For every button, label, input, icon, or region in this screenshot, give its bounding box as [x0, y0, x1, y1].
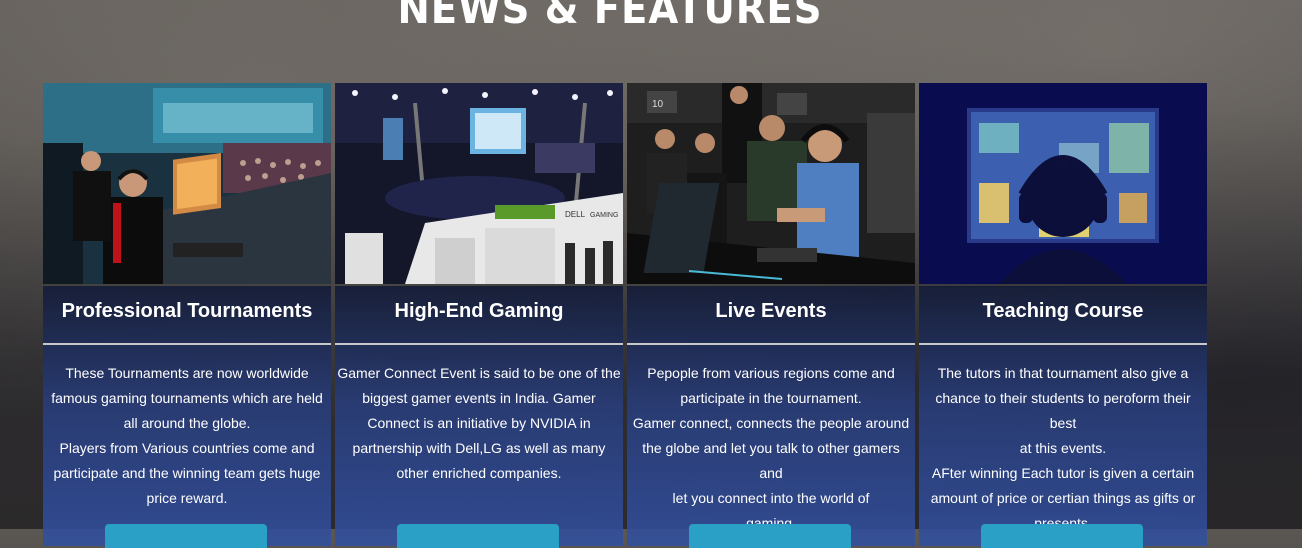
card-title: High-End Gaming — [394, 300, 564, 322]
card-description: Pepople from various regions come and pa… — [627, 345, 915, 536]
description-line: all around the globe. — [123, 415, 251, 431]
card-image-esports-arena — [43, 83, 331, 284]
card-description: These Tournaments are now worldwide famo… — [43, 345, 331, 511]
description-line: Players from Various countries come and — [59, 440, 315, 456]
description-line: AFter winning Each tutor is given a cert… — [931, 465, 1195, 481]
description-line: Gamer Connect Event is said to be one of… — [337, 365, 621, 381]
card-image-kids-gaming: 10 — [627, 83, 915, 284]
description-line: other enriched companies. — [396, 465, 562, 481]
read-more-button[interactable] — [981, 524, 1143, 548]
description-line: Pepople from various regions come and — [647, 365, 895, 381]
card-high-end-gaming: DELL GAMING High-End Gaming Gamer Connec… — [335, 83, 623, 548]
description-line: the globe and let you talk to other game… — [642, 440, 900, 481]
read-more-button[interactable] — [397, 524, 559, 548]
description-line: Connect is an initiative by NVIDIA in — [367, 415, 591, 431]
card-body: Teaching Course The tutors in that tourn… — [919, 286, 1207, 548]
card-live-events: 10 Live Events Pepople from various regi… — [627, 83, 915, 548]
description-line: amount of price or certian things as gif… — [930, 490, 1196, 506]
card-body: Live Events Pepople from various regions… — [627, 286, 915, 548]
description-line: These Tournaments are now worldwide — [65, 365, 309, 381]
card-professional-tournaments: Professional Tournaments These Tournamen… — [43, 83, 331, 548]
card-image-gaming-expo: DELL GAMING — [335, 83, 623, 284]
card-title: Teaching Course — [982, 300, 1144, 322]
description-line: participate in the tournament. — [680, 390, 862, 406]
section-title: NEWS & FEATURES — [397, 0, 823, 33]
card-body: Professional Tournaments These Tournamen… — [43, 286, 331, 548]
description-line: Gamer connect, connects the people aroun… — [632, 415, 910, 431]
description-line: The tutors in that tournament also give … — [937, 365, 1189, 381]
read-more-button[interactable] — [105, 524, 267, 548]
description-line: at this events. — [1019, 440, 1107, 456]
card-description: Gamer Connect Event is said to be one of… — [335, 345, 623, 486]
image-sign-text: GAMING — [590, 212, 618, 219]
description-line: price reward. — [146, 490, 228, 506]
card-title: Live Events — [715, 300, 827, 322]
description-line: biggest gamer events in India. Gamer — [362, 390, 596, 406]
description-line: partnership with Dell,LG as well as many — [352, 440, 606, 456]
description-line: chance to their students to peroform the… — [935, 390, 1191, 431]
read-more-button[interactable] — [689, 524, 851, 548]
card-description: The tutors in that tournament also give … — [919, 345, 1207, 536]
card-title: Professional Tournaments — [61, 300, 313, 322]
description-line: famous gaming tournaments which are held — [51, 390, 323, 406]
description-line: participate and the winning team gets hu… — [53, 465, 321, 481]
card-teaching-course: Teaching Course The tutors in that tourn… — [919, 83, 1207, 548]
image-sign-text: DELL — [565, 210, 586, 219]
card-body: High-End Gaming Gamer Connect Event is s… — [335, 286, 623, 548]
description-line: let you connect into the world of — [672, 490, 870, 506]
card-image-gamer-silhouette — [919, 83, 1207, 284]
image-sign-text: 10 — [652, 99, 664, 110]
